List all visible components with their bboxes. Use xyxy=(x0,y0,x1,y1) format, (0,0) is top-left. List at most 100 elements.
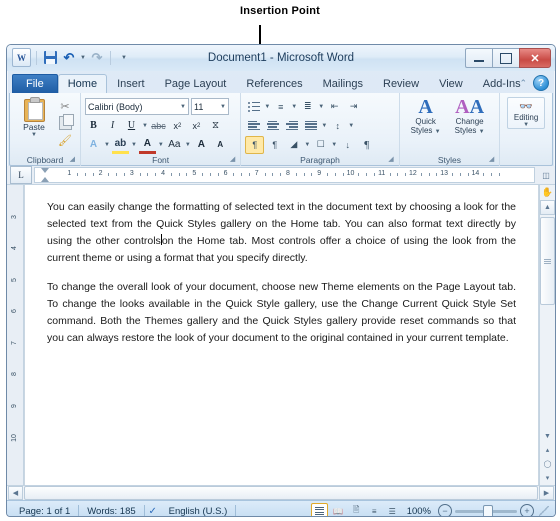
scroll-thumb[interactable] xyxy=(540,217,555,305)
clipboard-dialog-launcher-icon[interactable]: ◢ xyxy=(70,153,75,166)
horizontal-ruler[interactable]: 1 2 3 4 5 6 7 8 9 10 11 12 13 14 xyxy=(34,167,535,183)
vertical-scrollbar[interactable]: ✋ ▲ ▼ ▴ ◯ ▾ xyxy=(539,185,555,485)
change-styles-chevron-down-icon[interactable]: ▼ xyxy=(479,129,485,135)
font-name-combobox[interactable]: Calibri (Body) ▼ xyxy=(85,98,189,115)
rtl-text-direction-icon[interactable]: ¶ xyxy=(266,137,283,153)
minimize-button[interactable] xyxy=(465,48,492,68)
clear-formatting-icon[interactable]: ⧖ xyxy=(207,118,224,134)
multilevel-chevron-down-icon[interactable]: ▼ xyxy=(318,104,324,110)
text-effects-icon[interactable]: A xyxy=(85,137,102,153)
styles-dialog-launcher-icon[interactable]: ◢ xyxy=(489,153,494,166)
underline-chevron-down-icon[interactable]: ▼ xyxy=(142,123,148,129)
decrease-indent-icon[interactable]: ⇤ xyxy=(326,99,343,115)
tab-view[interactable]: View xyxy=(429,74,473,94)
view-outline-button[interactable]: ≡ xyxy=(367,504,382,516)
tab-mailings[interactable]: Mailings xyxy=(313,74,373,94)
font-size-chevron-down-icon[interactable]: ▼ xyxy=(220,104,226,110)
font-size-combobox[interactable]: 11 ▼ xyxy=(191,98,229,115)
scroll-left-button[interactable]: ◀ xyxy=(8,486,23,500)
font-color-icon[interactable]: A xyxy=(138,135,156,154)
sort-icon[interactable]: ↓ xyxy=(339,137,356,153)
text-highlight-color-icon[interactable]: ab xyxy=(111,135,129,154)
spelling-check-icon[interactable]: ✓ xyxy=(145,506,161,517)
shrink-font-icon[interactable]: A xyxy=(212,137,229,153)
multilevel-list-icon[interactable]: ≣ xyxy=(299,99,316,115)
numbering-chevron-down-icon[interactable]: ▼ xyxy=(291,104,297,110)
split-window-handle-icon[interactable]: ✋ xyxy=(540,185,555,199)
subscript-button[interactable]: x2 xyxy=(169,118,186,134)
align-center-icon[interactable] xyxy=(264,118,281,134)
font-name-chevron-down-icon[interactable]: ▼ xyxy=(180,104,186,110)
justify-chevron-down-icon[interactable]: ▼ xyxy=(321,123,327,129)
tab-file[interactable]: File xyxy=(12,74,58,94)
paragraph-1[interactable]: You can easily change the formatting of … xyxy=(47,199,516,267)
horizontal-scroll-thumb[interactable] xyxy=(24,486,538,500)
tab-selector-button[interactable]: L xyxy=(10,166,32,184)
change-styles-button[interactable]: AA Change Styles ▼ xyxy=(448,97,492,135)
scroll-down-button[interactable]: ▼ xyxy=(541,430,554,443)
superscript-button[interactable]: x2 xyxy=(188,118,205,134)
horizontal-scrollbar[interactable]: ◀ ▶ xyxy=(7,485,555,500)
resize-grip-icon[interactable] xyxy=(539,506,549,516)
page-indicator[interactable]: Page: 1 of 1 xyxy=(11,506,78,517)
view-ruler-toggle-icon[interactable]: ◫ xyxy=(539,168,553,182)
maximize-button[interactable] xyxy=(492,48,519,68)
document-text-body[interactable]: You can easily change the formatting of … xyxy=(25,185,538,347)
text-effects-chevron-down-icon[interactable]: ▼ xyxy=(104,142,110,148)
format-painter-icon[interactable]: 🖌 xyxy=(58,133,73,147)
zoom-slider-thumb[interactable] xyxy=(483,504,493,516)
editing-button[interactable]: 👓 Editing ▼ xyxy=(507,97,546,129)
view-draft-button[interactable]: ☰ xyxy=(385,504,400,516)
change-case-chevron-down-icon[interactable]: ▼ xyxy=(185,142,191,148)
strikethrough-button[interactable]: abc xyxy=(150,118,167,134)
paragraph-dialog-launcher-icon[interactable]: ◢ xyxy=(388,153,393,166)
view-full-screen-reading-button[interactable]: 📖 xyxy=(331,504,346,516)
italic-button[interactable]: I xyxy=(104,118,121,134)
font-dialog-launcher-icon[interactable]: ◢ xyxy=(230,153,235,166)
tab-page-layout[interactable]: Page Layout xyxy=(155,74,237,94)
paragraph-2[interactable]: To change the overall look of your docum… xyxy=(47,279,516,347)
show-hide-marks-icon[interactable]: ¶ xyxy=(358,137,375,153)
align-right-icon[interactable] xyxy=(283,118,300,134)
paste-button[interactable]: Paste ▼ xyxy=(14,97,54,138)
underline-button[interactable]: U xyxy=(123,118,140,134)
borders-icon[interactable]: ☐ xyxy=(312,137,329,153)
zoom-slider[interactable] xyxy=(455,504,517,516)
increase-indent-icon[interactable]: ⇥ xyxy=(345,99,362,115)
font-color-chevron-down-icon[interactable]: ▼ xyxy=(158,142,164,148)
line-spacing-chevron-down-icon[interactable]: ▼ xyxy=(348,123,354,129)
view-print-layout-button[interactable] xyxy=(310,503,328,516)
bullets-icon[interactable] xyxy=(245,99,262,115)
minimize-ribbon-icon[interactable]: ⌃ xyxy=(519,78,527,89)
zoom-level[interactable]: 100% xyxy=(403,506,435,517)
scroll-right-button[interactable]: ▶ xyxy=(539,486,554,500)
view-web-layout-button[interactable]: 🖹 xyxy=(349,504,364,516)
help-icon[interactable]: ? xyxy=(533,75,549,91)
tab-insert[interactable]: Insert xyxy=(107,74,155,94)
bold-button[interactable]: B xyxy=(85,118,102,134)
quick-styles-chevron-down-icon[interactable]: ▼ xyxy=(435,129,441,135)
close-button[interactable]: ✕ xyxy=(519,48,551,68)
justify-icon[interactable] xyxy=(302,118,319,134)
shading-chevron-down-icon[interactable]: ▼ xyxy=(304,142,310,148)
zoom-out-button[interactable]: − xyxy=(438,504,452,516)
tab-references[interactable]: References xyxy=(236,74,312,94)
previous-page-icon[interactable]: ▴ xyxy=(541,443,554,456)
align-left-icon[interactable] xyxy=(245,118,262,134)
zoom-in-button[interactable]: + xyxy=(520,504,534,516)
ltr-text-direction-icon[interactable]: ¶ xyxy=(245,135,265,154)
language-indicator[interactable]: English (U.S.) xyxy=(161,506,236,517)
shading-icon[interactable]: ◢ xyxy=(285,137,302,153)
borders-chevron-down-icon[interactable]: ▼ xyxy=(331,142,337,148)
numbering-icon[interactable]: ≡ xyxy=(272,99,289,115)
editing-chevron-down-icon[interactable]: ▼ xyxy=(523,122,529,128)
word-count[interactable]: Words: 185 xyxy=(79,506,143,517)
document-page[interactable]: You can easily change the formatting of … xyxy=(24,185,539,485)
cut-icon[interactable]: ✂ xyxy=(58,99,73,113)
select-browse-object-icon[interactable]: ◯ xyxy=(541,457,554,470)
line-spacing-icon[interactable]: ↕ xyxy=(329,118,346,134)
tab-review[interactable]: Review xyxy=(373,74,429,94)
change-case-icon[interactable]: Aa xyxy=(166,137,183,153)
highlight-chevron-down-icon[interactable]: ▼ xyxy=(131,142,137,148)
paste-chevron-down-icon[interactable]: ▼ xyxy=(31,132,37,138)
